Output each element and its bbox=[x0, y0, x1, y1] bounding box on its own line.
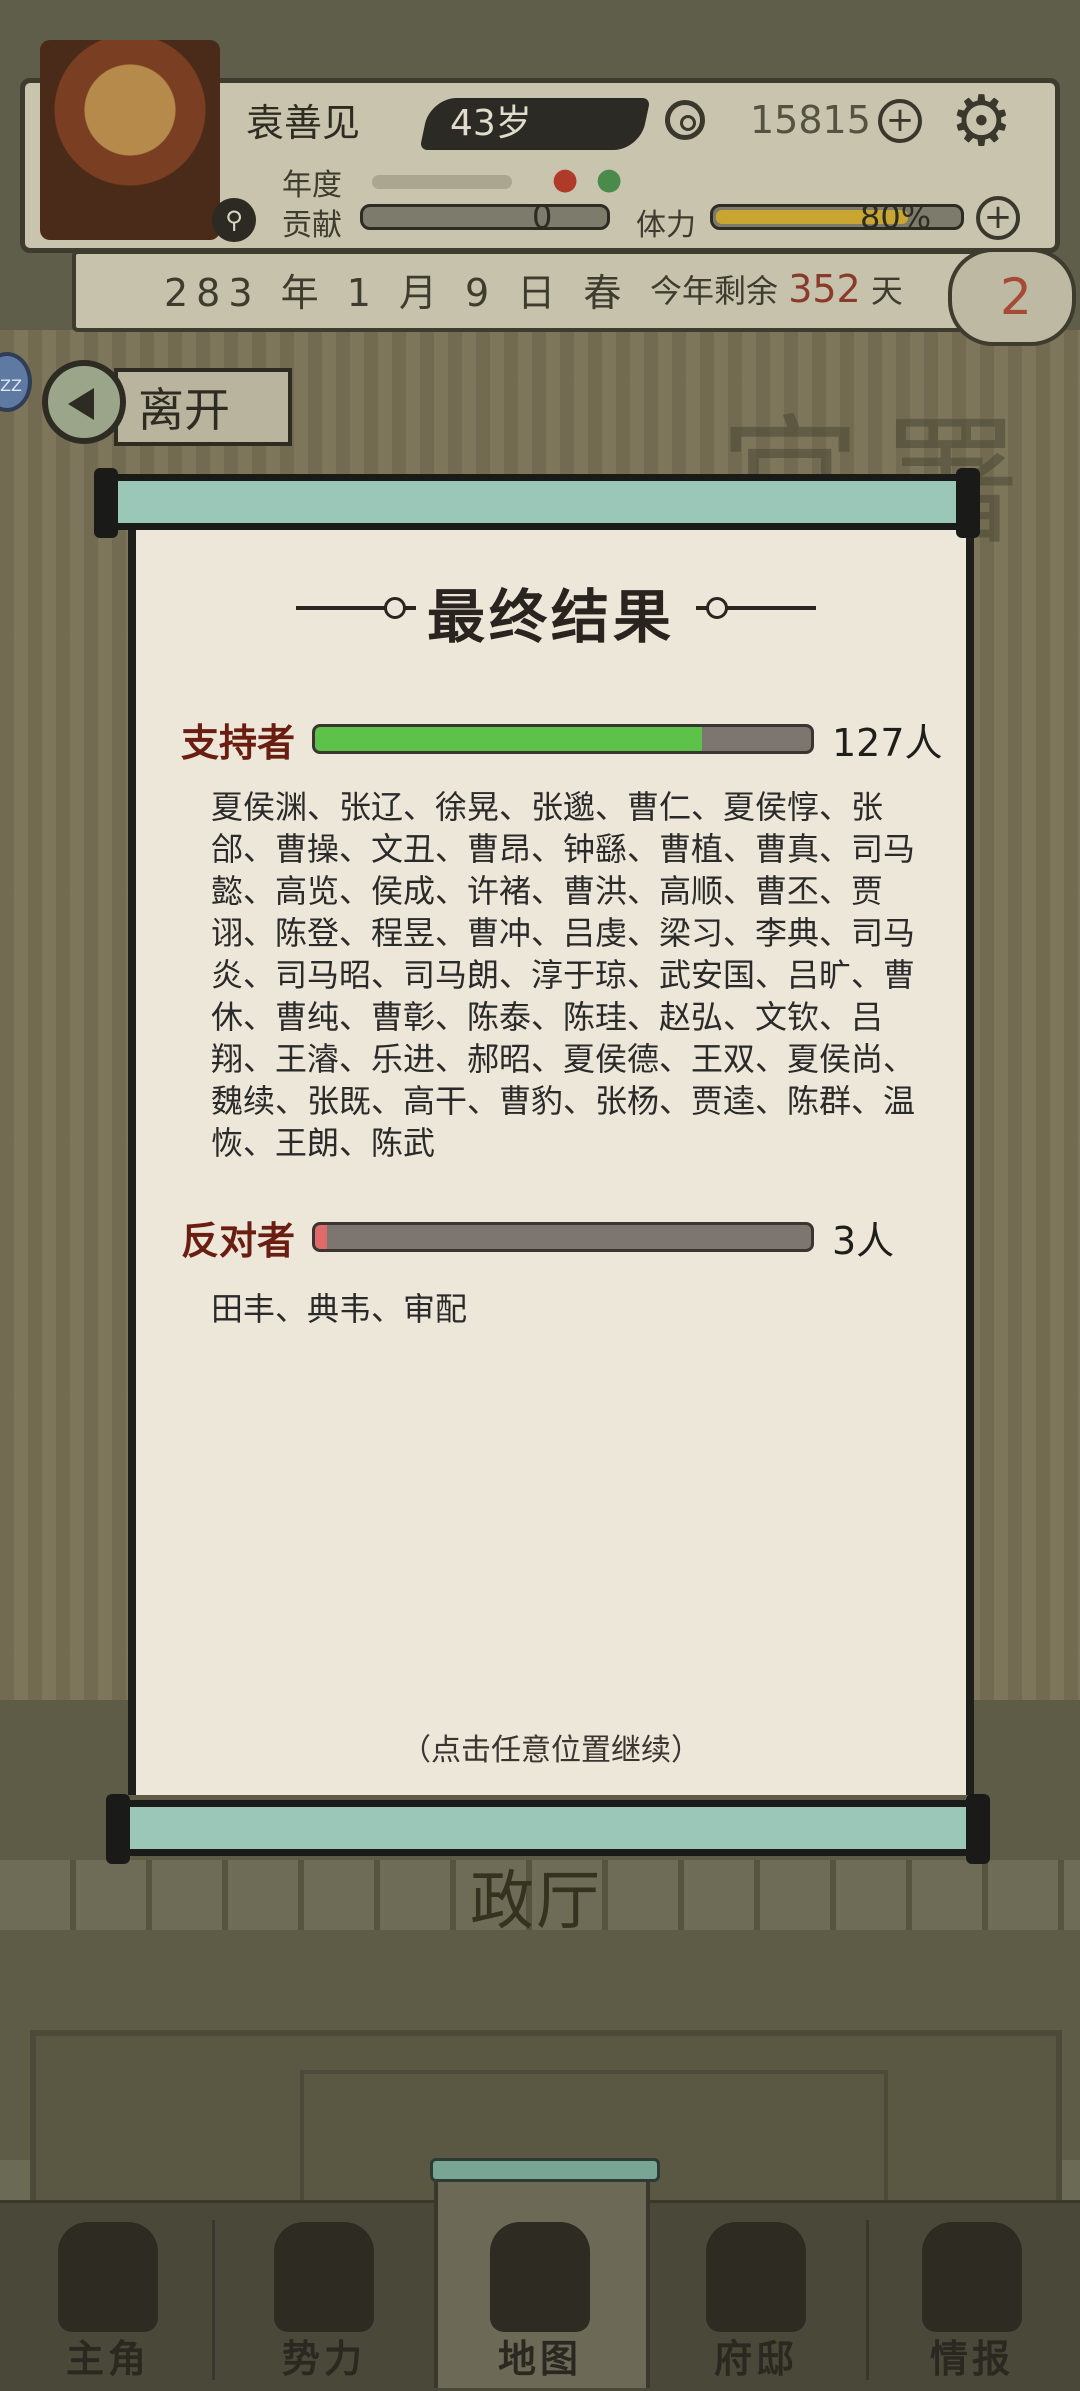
opponents-bar-fill bbox=[315, 1225, 328, 1249]
apple-icon: ● bbox=[552, 162, 579, 197]
stamina-value: 80% bbox=[860, 198, 932, 236]
search-icon[interactable]: ⚲ bbox=[212, 198, 256, 242]
scroll-cap-bottom-left bbox=[106, 1794, 130, 1864]
contribution-label: 贡献 bbox=[282, 208, 342, 243]
opponents-list: 田丰、典韦、审配 bbox=[211, 1290, 468, 1328]
coin-icon bbox=[665, 100, 705, 140]
opponents-bar bbox=[312, 1222, 814, 1252]
result-dialog[interactable]: 最终结果 支持者 127人 夏侯渊、张辽、徐晃、张邈、曹仁、夏侯惇、张郃、曹操、… bbox=[128, 520, 974, 1795]
hall-label: 政厅 bbox=[470, 1865, 602, 1939]
nav-item-faction[interactable]: 势力 bbox=[216, 2200, 432, 2388]
character-name: 袁善见 bbox=[246, 101, 361, 145]
supporters-count: 127人 bbox=[832, 721, 943, 765]
cloud-count: 2 bbox=[1000, 268, 1032, 326]
scroll-icon bbox=[922, 2222, 1022, 2332]
gear-icon[interactable]: ⚙ bbox=[950, 86, 1013, 156]
remaining-prefix: 今年剩余 bbox=[650, 272, 779, 310]
nav-label-mansion: 府邸 bbox=[713, 2337, 798, 2381]
nav-item-intel[interactable]: 情报 bbox=[864, 2200, 1080, 2388]
contribution-bar bbox=[360, 204, 610, 230]
continue-hint: （点击任意位置继续） bbox=[401, 1733, 701, 1768]
leave-button[interactable]: 离开 bbox=[42, 360, 292, 450]
supporters-bar bbox=[312, 724, 814, 754]
remaining-days-number: 352 bbox=[788, 267, 861, 311]
supporters-bar-fill bbox=[315, 727, 702, 751]
opponents-count: 3人 bbox=[832, 1219, 895, 1263]
current-date: 283 年 1 月 9 日 春 bbox=[164, 271, 630, 315]
supporters-label: 支持者 bbox=[181, 721, 296, 765]
nav-label-map: 地图 bbox=[497, 2337, 582, 2381]
remaining-suffix: 天 bbox=[870, 272, 903, 310]
nav-item-hero[interactable]: 主角 bbox=[0, 2200, 216, 2388]
gold-amount: 15815 bbox=[750, 98, 871, 142]
character-age: 43岁 bbox=[450, 103, 532, 144]
add-gold-button[interactable]: + bbox=[878, 99, 922, 143]
scroll-rod-bottom bbox=[114, 1800, 980, 1856]
nav-label-faction: 势力 bbox=[281, 2337, 366, 2381]
scroll-cap-top-right bbox=[956, 468, 980, 538]
leave-label: 离开 bbox=[138, 383, 230, 437]
title-ornament-right bbox=[696, 597, 816, 619]
scroll-rod-top bbox=[100, 474, 972, 530]
year-progress bbox=[372, 175, 512, 189]
nav-label-intel: 情报 bbox=[929, 2337, 1014, 2381]
nav-item-map[interactable]: 地图 bbox=[432, 2200, 648, 2388]
remaining-days: 今年剩余 352 天 bbox=[650, 266, 903, 312]
scroll-cap-top-left bbox=[94, 468, 118, 538]
supporters-list: 夏侯渊、张辽、徐晃、张邈、曹仁、夏侯惇、张郃、曹操、文丑、曹昂、钟繇、曹植、曹真… bbox=[211, 788, 916, 1162]
add-stamina-button[interactable]: + bbox=[976, 196, 1020, 240]
nav-label-hero: 主角 bbox=[65, 2337, 150, 2381]
map-icon bbox=[490, 2222, 590, 2332]
mansion-icon bbox=[706, 2222, 806, 2332]
general-icon bbox=[58, 2222, 158, 2332]
lantern-icon: ● bbox=[596, 162, 623, 197]
year-label: 年度 bbox=[282, 168, 342, 203]
stamina-label: 体力 bbox=[636, 208, 696, 243]
contribution-value: 0 bbox=[532, 198, 553, 236]
nav-item-mansion[interactable]: 府邸 bbox=[648, 2200, 864, 2388]
avatar[interactable] bbox=[40, 40, 220, 240]
flag-icon bbox=[274, 2222, 374, 2332]
scroll-cap-bottom-right bbox=[966, 1794, 990, 1864]
back-arrow-icon bbox=[42, 360, 126, 444]
opponents-label: 反对者 bbox=[181, 1219, 296, 1263]
dialog-title: 最终结果 bbox=[426, 583, 675, 651]
